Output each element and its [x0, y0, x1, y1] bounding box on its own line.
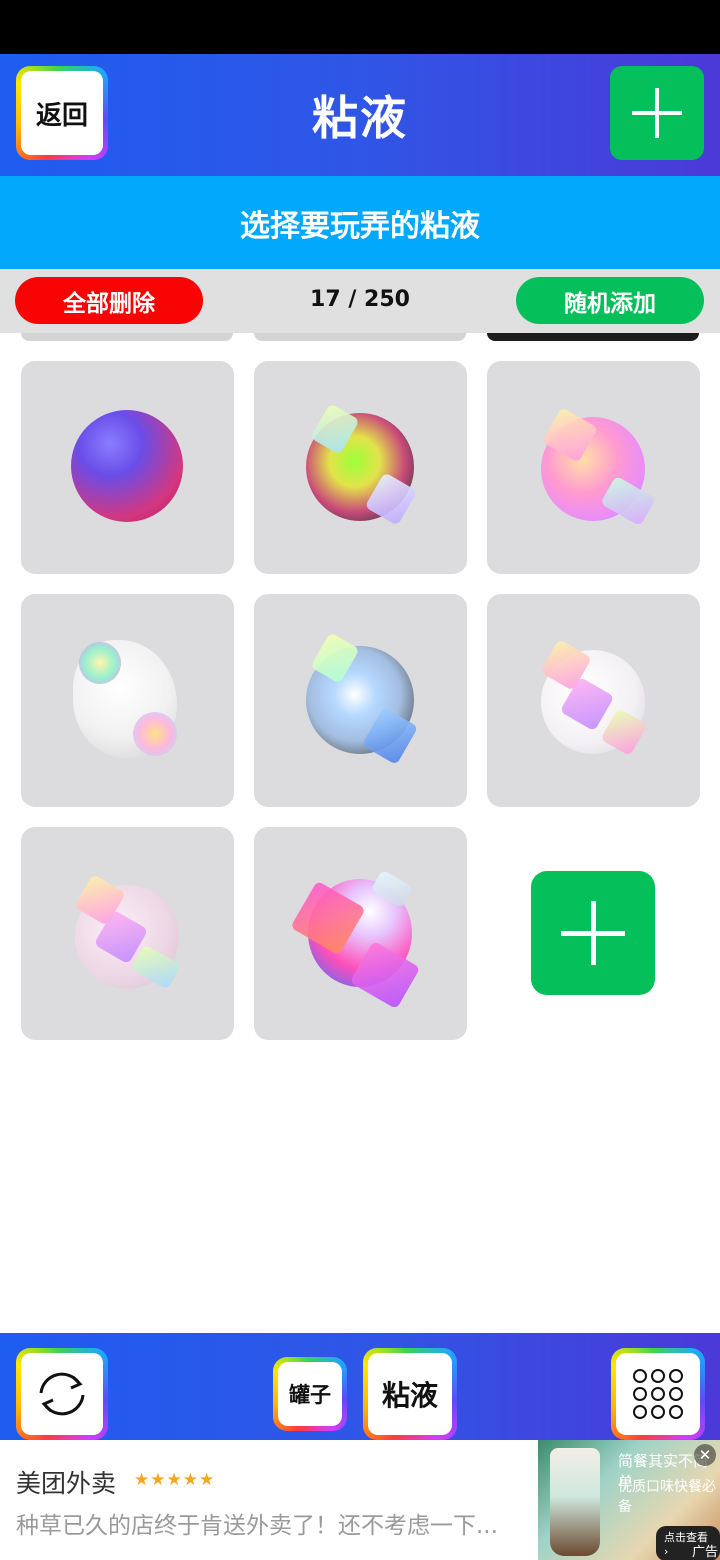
- partial-tile[interactable]: [254, 333, 466, 341]
- slime-tile[interactable]: [21, 594, 234, 807]
- close-icon[interactable]: ✕: [694, 1444, 716, 1466]
- slime-tab-button[interactable]: 粘液: [363, 1348, 457, 1440]
- refresh-button[interactable]: [16, 1348, 108, 1440]
- add-slime-tile-button[interactable]: [531, 871, 655, 995]
- slime-tile[interactable]: [254, 827, 467, 1040]
- slime-tile[interactable]: [254, 594, 467, 807]
- ad-brand: 美团外卖: [16, 1469, 117, 1498]
- page-title: 粘液: [312, 91, 408, 145]
- partial-tile[interactable]: [21, 333, 233, 341]
- status-bar: [0, 0, 720, 54]
- back-button-label: 返回: [21, 71, 103, 155]
- slime-tile[interactable]: [487, 361, 700, 574]
- slime-tile[interactable]: [254, 361, 467, 574]
- page: 返回 粘液 选择要玩弄的粘液 全部删除 17 / 250 随机添加 罐子 粘液 …: [0, 0, 720, 1560]
- slime-tab-label: 粘液: [368, 1353, 452, 1435]
- partial-tile[interactable]: [487, 333, 699, 341]
- refresh-icon: [39, 1372, 85, 1416]
- ad-tag: 广告: [691, 1545, 718, 1560]
- menu-grid-button[interactable]: [611, 1348, 705, 1440]
- action-bar: 全部删除 17 / 250 随机添加: [0, 269, 720, 333]
- back-button[interactable]: 返回: [16, 66, 108, 160]
- jar-tab-button[interactable]: 罐子: [273, 1357, 347, 1431]
- ad-image[interactable]: 简餐其实不简单 优质口味快餐必备 点击查看 › ✕ 广告: [538, 1440, 720, 1560]
- drink-cup-icon: [550, 1448, 600, 1556]
- grid-icon: [633, 1369, 683, 1419]
- slime-tile[interactable]: [21, 361, 234, 574]
- ad-description: 种草已久的店终于肯送外卖了！还不考虑一下...: [16, 1513, 498, 1539]
- jar-tab-label: 罐子: [278, 1362, 342, 1426]
- ad-image-subline: 优质口味快餐必备: [618, 1479, 716, 1515]
- bottom-nav: 罐子 粘液: [0, 1333, 720, 1440]
- slime-tile[interactable]: [487, 594, 700, 807]
- delete-all-button[interactable]: 全部删除: [15, 277, 203, 324]
- slime-tile[interactable]: [21, 827, 234, 1040]
- random-add-button[interactable]: 随机添加: [516, 277, 704, 324]
- ad-banner[interactable]: 美团外卖 ★★★★★ 种草已久的店终于肯送外卖了！还不考虑一下... 简餐其实不…: [0, 1440, 720, 1560]
- instruction-banner: 选择要玩弄的粘液: [0, 176, 720, 269]
- slime-counter: 17 / 250: [310, 287, 410, 312]
- app-header: 返回 粘液: [0, 54, 720, 176]
- slime-ball-icon: [71, 410, 183, 522]
- rating-stars-icon: ★★★★★: [134, 1470, 216, 1490]
- add-slime-button[interactable]: [610, 66, 704, 160]
